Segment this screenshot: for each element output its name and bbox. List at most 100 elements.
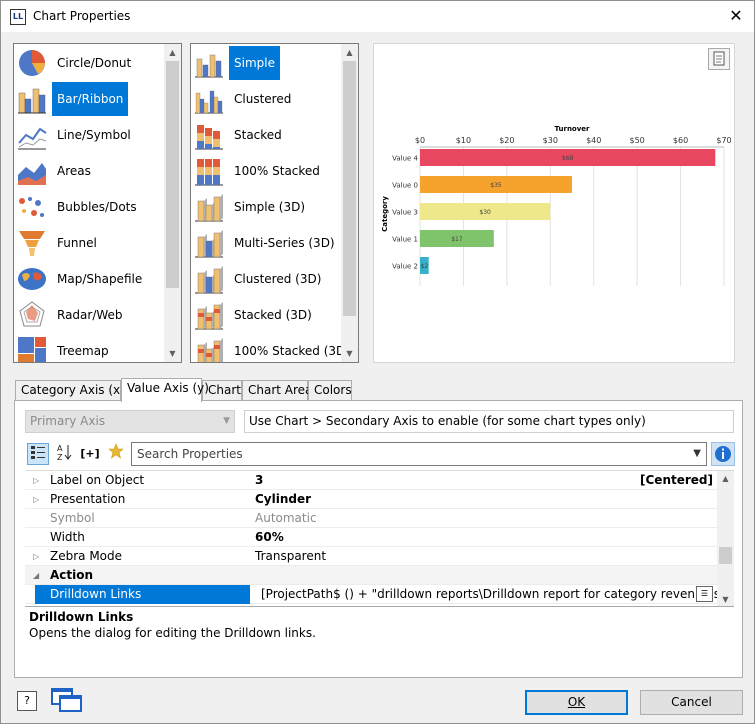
chart-type-item[interactable]: Areas xyxy=(16,154,96,188)
categorized-icon[interactable] xyxy=(27,443,49,465)
property-grid: Drilldown Links [ProjectPath$ () + "drill… xyxy=(25,470,734,606)
chart-subtype-label: Multi-Series (3D) xyxy=(234,236,335,250)
chart-type-label: Bar/Ribbon xyxy=(52,82,129,116)
chart-type-label: Funnel xyxy=(57,236,97,250)
chart-subtype-icon xyxy=(195,230,223,258)
property-extra: [Centered] xyxy=(640,473,713,487)
chart-type-item[interactable]: Funnel xyxy=(16,226,102,260)
property-name: Symbol xyxy=(50,511,95,525)
property-row[interactable]: Symbol Automatic xyxy=(25,509,717,528)
property-row[interactable]: ▷ Presentation Cylinder xyxy=(25,490,717,509)
chart-subtype-item[interactable]: Clustered xyxy=(193,82,296,116)
scroll-up-icon[interactable]: ▲ xyxy=(341,44,358,61)
chart-type-item[interactable]: Line/Symbol xyxy=(16,118,136,152)
app-icon: LL xyxy=(10,9,26,25)
chart-subtype-item[interactable]: 100% Stacked xyxy=(193,154,325,188)
chart-type-item[interactable]: Bubbles/Dots xyxy=(16,190,142,224)
close-icon[interactable]: ✕ xyxy=(724,5,748,27)
pie-chart-icon xyxy=(19,50,45,76)
chart-type-label: Radar/Web xyxy=(57,308,123,322)
scroll-thumb[interactable] xyxy=(343,61,356,316)
x-tick-label: $70 xyxy=(716,136,731,145)
window-title: Chart Properties xyxy=(33,9,131,23)
scroll-up-icon[interactable]: ▲ xyxy=(717,471,734,486)
scroll-down-icon[interactable]: ▼ xyxy=(341,345,358,362)
preview-options-button[interactable] xyxy=(708,48,730,70)
formula-button[interactable]: [+] xyxy=(77,443,103,465)
property-value[interactable]: Cylinder xyxy=(255,490,311,509)
chart-subtype-item[interactable]: Stacked xyxy=(193,118,287,152)
data-label: $17 xyxy=(451,236,463,243)
chevron-down-icon[interactable]: ▼ xyxy=(693,443,701,465)
tab-chart-area[interactable]: Chart Area xyxy=(242,380,312,401)
chart-subtype-icon xyxy=(195,302,223,330)
windows-icon[interactable] xyxy=(51,687,83,713)
tab-value-axis-y[interactable]: Value Axis (y) xyxy=(121,378,209,402)
property-value[interactable]: 60% xyxy=(255,528,284,547)
chart-subtype-scrollbar[interactable]: ▲ ▼ xyxy=(341,44,358,362)
scroll-down-icon[interactable]: ▼ xyxy=(164,345,181,362)
description-text: Opens the dialog for editing the Drilldo… xyxy=(29,626,316,640)
chart-subtype-item[interactable]: Stacked (3D) xyxy=(193,298,317,332)
expand-icon[interactable]: ▷ xyxy=(33,490,39,509)
tab-colors[interactable]: Colors xyxy=(308,380,352,401)
chart-type-list[interactable]: Treemap Radar/Web Map/Shapefile Funnel Bubbl… xyxy=(13,43,182,363)
property-row[interactable]: Width 60% xyxy=(25,528,717,547)
chart-subtype-icon xyxy=(197,338,223,362)
property-value[interactable]: Automatic xyxy=(255,509,317,528)
sort-az-icon[interactable]: AZ xyxy=(53,443,75,465)
info-icon[interactable] xyxy=(711,442,735,466)
value-axis-panel: Primary Axis ▼ Use Chart > Secondary Axi… xyxy=(14,400,743,678)
x-tick-label: $60 xyxy=(673,136,688,145)
chart-subtype-list[interactable]: 100% Stacked (3D) Stacked (3D) Clustered (… xyxy=(190,43,359,363)
property-row[interactable]: ◢ Action xyxy=(25,566,717,585)
cancel-button[interactable]: Cancel xyxy=(640,690,743,715)
data-label: $35 xyxy=(490,182,502,189)
help-button[interactable]: ? xyxy=(17,691,37,711)
property-row[interactable]: ▷ Zebra Mode Transparent xyxy=(25,547,717,566)
chart-subtype-icon xyxy=(195,54,223,78)
edit-links-icon[interactable]: ☰ xyxy=(696,586,713,602)
y-axis-label: Category xyxy=(381,196,389,232)
chart-subtype-label: Clustered (3D) xyxy=(234,272,322,286)
scroll-thumb[interactable] xyxy=(719,547,732,564)
chart-type-item[interactable]: Circle/Donut xyxy=(16,46,136,80)
search-properties-input[interactable]: Search Properties ▼ xyxy=(131,442,707,466)
chart-type-item[interactable]: Bar/Ribbon xyxy=(16,82,129,116)
category-label: Value 0 xyxy=(392,182,418,190)
chart-type-item[interactable]: Map/Shapefile xyxy=(16,262,147,296)
chart-subtype-item[interactable]: Multi-Series (3D) xyxy=(193,226,340,260)
property-value[interactable]: [ProjectPath$ () + "drilldown reports\Dr… xyxy=(261,585,734,604)
chart-subtype-item[interactable]: Simple xyxy=(193,46,280,80)
chart-subtype-item[interactable]: Clustered (3D) xyxy=(193,262,326,296)
scroll-up-icon[interactable]: ▲ xyxy=(164,44,181,61)
chart-type-item[interactable]: Treemap xyxy=(16,334,114,362)
chart-subtype-label: Stacked (3D) xyxy=(234,308,312,322)
scroll-thumb[interactable] xyxy=(166,61,179,288)
expand-icon[interactable]: ◢ xyxy=(33,566,39,585)
category-label: Value 4 xyxy=(392,155,418,163)
chart-subtype-item[interactable]: 100% Stacked (3D) xyxy=(193,334,355,362)
ok-button[interactable]: OK xyxy=(525,690,628,715)
property-value[interactable]: 3 xyxy=(255,471,263,490)
chart-type-item[interactable]: Radar/Web xyxy=(16,298,128,332)
expand-icon[interactable]: ▷ xyxy=(33,471,39,490)
chart-type-scrollbar[interactable]: ▲ ▼ xyxy=(164,44,181,362)
data-label: $2 xyxy=(421,263,429,270)
data-label: $30 xyxy=(479,209,491,216)
chart-title: Turnover xyxy=(555,125,591,133)
property-scrollbar[interactable]: ▲ ▼ xyxy=(717,471,734,606)
scroll-down-icon[interactable]: ▼ xyxy=(717,592,734,606)
chart-preview: Turnover $0 $10 $20 $30 $40 $50 $60 $70 Category V… xyxy=(373,43,735,363)
property-value[interactable]: Transparent xyxy=(255,547,326,566)
property-row[interactable]: Drilldown Links [ProjectPath$ () + "drill… xyxy=(25,585,734,604)
chart-subtype-icon xyxy=(195,194,223,222)
property-name: Label on Object xyxy=(50,473,145,487)
chart-subtype-label: Simple xyxy=(229,46,280,80)
star-icon[interactable] xyxy=(105,443,127,465)
tab-category-axis-x[interactable]: Category Axis (x) xyxy=(15,380,125,401)
expand-icon[interactable]: ▷ xyxy=(33,547,39,566)
chart-subtype-item[interactable]: Simple (3D) xyxy=(193,190,310,224)
property-row[interactable]: ▷ Label on Object 3 [Centered] xyxy=(25,471,717,490)
chart-subtype-label: Stacked xyxy=(234,128,282,142)
